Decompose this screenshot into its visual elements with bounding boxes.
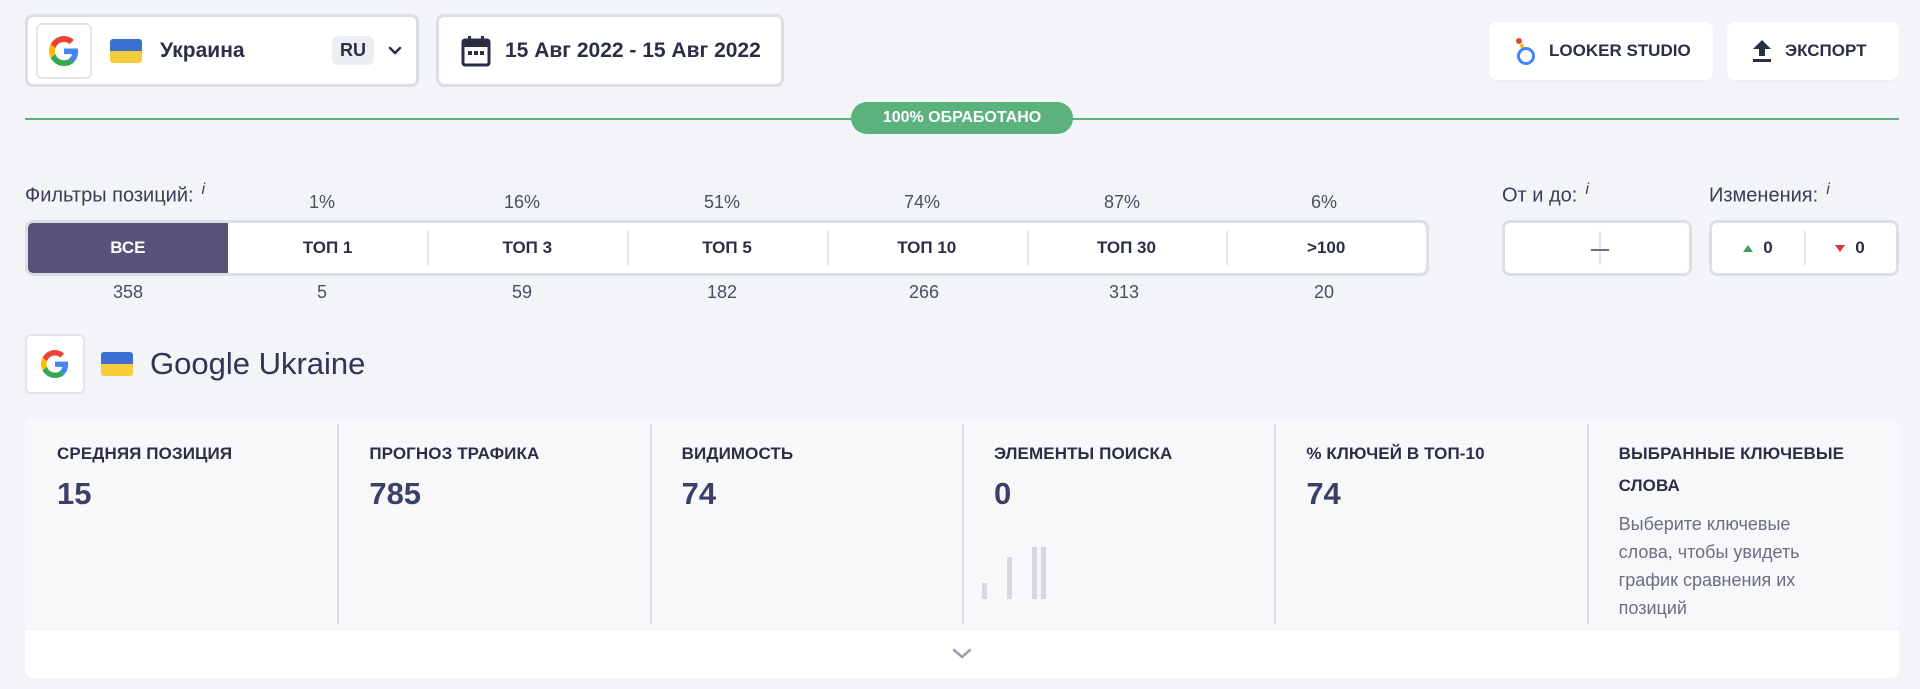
upload-icon bbox=[1753, 40, 1771, 62]
language-badge: RU bbox=[332, 36, 374, 65]
filter-count: 313 bbox=[1108, 282, 1140, 302]
info-icon[interactable]: i bbox=[1585, 181, 1589, 198]
range-separator bbox=[1591, 249, 1609, 251]
metric-top10-share[interactable]: % КЛЮЧЕЙ В ТОП-10 74 bbox=[1274, 418, 1586, 632]
export-button[interactable]: ЭКСПОРТ bbox=[1727, 22, 1899, 80]
filter-count: 266 bbox=[908, 282, 940, 302]
filter-percent: 74% bbox=[903, 192, 941, 212]
looker-studio-icon bbox=[1516, 38, 1535, 65]
filter-percent: 1% bbox=[308, 192, 335, 212]
info-icon[interactable]: i bbox=[202, 181, 206, 198]
date-range-text: 15 Авг 2022 - 15 Авг 2022 bbox=[505, 38, 761, 62]
filter-percent: 16% bbox=[503, 192, 541, 212]
filter-all[interactable]: ВСЕ bbox=[28, 223, 228, 273]
ukraine-flag-icon bbox=[110, 38, 142, 63]
filter-top10[interactable]: ТОП 10 bbox=[826, 223, 1027, 273]
progress-badge: 100% ОБРАБОТАНО bbox=[851, 102, 1073, 134]
engine-title: Google Ukraine bbox=[150, 346, 366, 381]
changes-up-button[interactable]: 0 bbox=[1712, 223, 1804, 273]
filter-percent: 51% bbox=[703, 192, 741, 212]
metric-visibility[interactable]: ВИДИМОСТЬ 74 bbox=[649, 418, 962, 632]
metric-value: 74 bbox=[681, 476, 717, 511]
arrow-up-icon bbox=[1743, 244, 1754, 252]
position-range-input[interactable] bbox=[1502, 220, 1692, 276]
filter-count: 59 bbox=[511, 282, 533, 302]
metric-title: СРЕДНЯЯ ПОЗИЦИЯ bbox=[57, 444, 233, 463]
metric-title: % КЛЮЧЕЙ В ТОП-10 bbox=[1306, 444, 1485, 463]
metric-value: 74 bbox=[1306, 476, 1341, 511]
filters-label: Фильтры позиций: i bbox=[25, 181, 206, 207]
metric-title: ЭЛЕМЕНТЫ ПОИСКА bbox=[993, 444, 1173, 463]
filter-top3[interactable]: ТОП 3 bbox=[427, 223, 627, 273]
metric-title: ВЫБРАННЫЕ КЛЮЧЕВЫЕ СЛОВА bbox=[1618, 444, 1845, 495]
metric-title: ПРОГНОЗ ТРАФИКА bbox=[369, 444, 540, 463]
info-icon[interactable]: i bbox=[1826, 181, 1830, 198]
filter-count: 182 bbox=[706, 282, 738, 302]
bar-chart-icon bbox=[981, 544, 1066, 599]
looker-studio-label: LOOKER STUDIO bbox=[1549, 41, 1691, 60]
region-select[interactable]: Украина RU bbox=[25, 14, 419, 87]
metric-traffic-forecast[interactable]: ПРОГНОЗ ТРАФИКА 785 bbox=[337, 418, 649, 632]
metric-value: 15 bbox=[57, 476, 92, 511]
filter-count: 5 bbox=[316, 282, 327, 302]
filter-count: 358 bbox=[112, 282, 144, 302]
arrow-down-icon bbox=[1835, 244, 1846, 252]
export-label: ЭКСПОРТ bbox=[1785, 41, 1867, 60]
date-range-picker[interactable]: 15 Авг 2022 - 15 Авг 2022 bbox=[436, 14, 784, 87]
metric-search-elements[interactable]: ЭЛЕМЕНТЫ ПОИСКА 0 bbox=[961, 418, 1274, 632]
ukraine-flag-icon bbox=[101, 352, 133, 376]
changes-down-button[interactable]: 0 bbox=[1804, 223, 1896, 273]
filter-top1[interactable]: ТОП 1 bbox=[228, 223, 428, 273]
filter-percent: 6% bbox=[1310, 192, 1337, 212]
metrics-panel: СРЕДНЯЯ ПОЗИЦИЯ 15 ПРОГНОЗ ТРАФИКА 785 В… bbox=[25, 418, 1899, 632]
range-label: От и до: i bbox=[1502, 181, 1589, 207]
changes-filter: 0 0 bbox=[1709, 220, 1899, 276]
changes-label: Изменения: i bbox=[1709, 181, 1830, 207]
filter-top5[interactable]: ТОП 5 bbox=[627, 223, 827, 273]
metric-value: 785 bbox=[369, 476, 422, 511]
metric-value: 0 bbox=[993, 476, 1012, 511]
filter-count: 20 bbox=[1313, 282, 1335, 302]
looker-studio-button[interactable]: LOOKER STUDIO bbox=[1489, 22, 1713, 80]
region-name: Украина bbox=[160, 38, 245, 62]
google-logo-icon bbox=[25, 334, 85, 394]
google-logo-icon bbox=[36, 22, 92, 79]
metric-avg-position[interactable]: СРЕДНЯЯ ПОЗИЦИЯ 15 bbox=[25, 418, 337, 632]
position-filter-bar: ВСЕ ТОП 1 ТОП 3 ТОП 5 ТОП 10 ТОП 30 >100 bbox=[25, 220, 1429, 276]
chevron-down-icon bbox=[952, 648, 972, 659]
filter-top30[interactable]: ТОП 30 bbox=[1026, 223, 1227, 273]
metric-selected-keywords: ВЫБРАННЫЕ КЛЮЧЕВЫЕ СЛОВА Выберите ключев… bbox=[1586, 418, 1899, 632]
chevron-down-icon bbox=[388, 46, 402, 55]
filter-over100[interactable]: >100 bbox=[1226, 223, 1426, 273]
expand-metrics-button[interactable] bbox=[25, 630, 1899, 678]
calendar-icon bbox=[461, 35, 491, 66]
metric-description: Выберите ключевые слова, чтобы увидеть г… bbox=[1618, 514, 1800, 618]
metric-title: ВИДИМОСТЬ bbox=[681, 444, 794, 463]
filter-percent: 87% bbox=[1103, 192, 1141, 212]
